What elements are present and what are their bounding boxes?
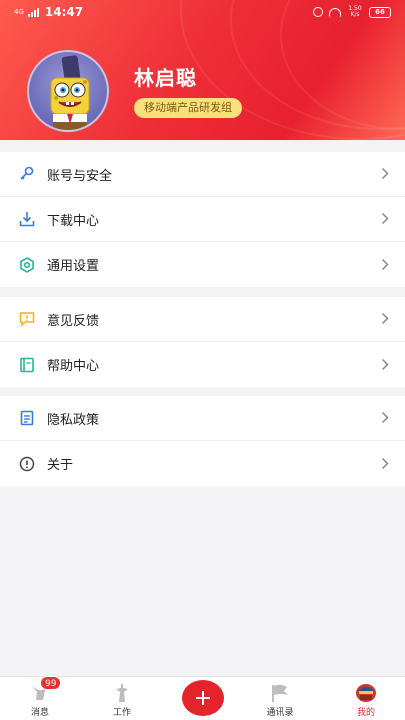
menu-item-general-settings[interactable]: 通用设置 [0, 242, 405, 287]
me-building-icon [356, 684, 376, 702]
user-name: 林启聪 [134, 66, 197, 90]
wifi-icon [329, 7, 341, 17]
menu-item-label: 通用设置 [47, 259, 100, 274]
tab-messages[interactable]: 99 消息 [10, 676, 70, 720]
menu-item-label: 下载中心 [47, 213, 100, 229]
contacts-flag-icon [272, 684, 288, 702]
battery-icon: 66 [369, 6, 391, 18]
menu-item-feedback[interactable]: 意见反馈 [0, 297, 405, 342]
alarm-icon [313, 7, 323, 17]
menu-group-about: 隐私政策 关于 [0, 396, 405, 486]
tab-label: 通讯录 [266, 708, 294, 718]
info-icon [18, 455, 36, 473]
tab-label: 消息 [30, 708, 49, 718]
work-icon [116, 684, 128, 702]
network-speed: 1.50 K/s [348, 5, 362, 18]
menu-item-label: 隐私政策 [47, 412, 100, 428]
document-icon [18, 409, 36, 427]
menu-item-help-center[interactable]: 帮助中心 [0, 342, 405, 387]
chevron-right-icon [381, 409, 389, 428]
add-button[interactable] [182, 680, 224, 716]
chevron-right-icon [381, 165, 389, 184]
menu-item-account-security[interactable]: 账号与安全 [0, 152, 405, 197]
chevron-right-icon [381, 355, 389, 374]
tab-work[interactable]: 工作 [92, 677, 152, 720]
feedback-icon [18, 310, 36, 328]
tab-label: 工作 [112, 708, 131, 718]
menu-item-privacy-policy[interactable]: 隐私政策 [0, 396, 405, 441]
department-badge: 移动端产品研发组 [134, 98, 242, 118]
menu-group-account: 账号与安全 下载中心 通用设置 [0, 152, 405, 287]
menu-item-label: 账号与安全 [47, 168, 113, 184]
menu-item-label: 关于 [47, 458, 74, 473]
download-icon [18, 210, 36, 228]
status-bar: 4G 14:47 1.50 K/s 66 [0, 0, 405, 26]
menu-item-label: 帮助中心 [47, 359, 100, 374]
signal-icon [27, 7, 39, 17]
unread-badge: 99 [40, 676, 62, 690]
tab-me[interactable]: 我的 [336, 677, 396, 720]
sponge-character-icon [50, 55, 90, 130]
chevron-right-icon [381, 210, 389, 229]
settings-hexagon-icon [18, 256, 36, 274]
key-icon [18, 165, 36, 183]
menu-group-support: 意见反馈 帮助中心 [0, 297, 405, 387]
tab-label: 我的 [356, 708, 375, 718]
menu-item-about[interactable]: 关于 [0, 441, 405, 486]
avatar[interactable] [27, 50, 109, 132]
network-indicator: 4G [14, 7, 24, 16]
menu-item-label: 意见反馈 [47, 313, 100, 329]
help-book-icon [18, 356, 36, 374]
menu-item-download-center[interactable]: 下载中心 [0, 197, 405, 242]
status-time: 14:47 [44, 5, 84, 19]
chevron-right-icon [381, 310, 389, 329]
chevron-right-icon [381, 255, 389, 274]
chevron-right-icon [381, 454, 389, 473]
tab-contacts[interactable]: 通讯录 [250, 677, 310, 720]
profile-header: 4G 14:47 1.50 K/s 66 林启聪 移动端产品研发组 [0, 0, 405, 140]
